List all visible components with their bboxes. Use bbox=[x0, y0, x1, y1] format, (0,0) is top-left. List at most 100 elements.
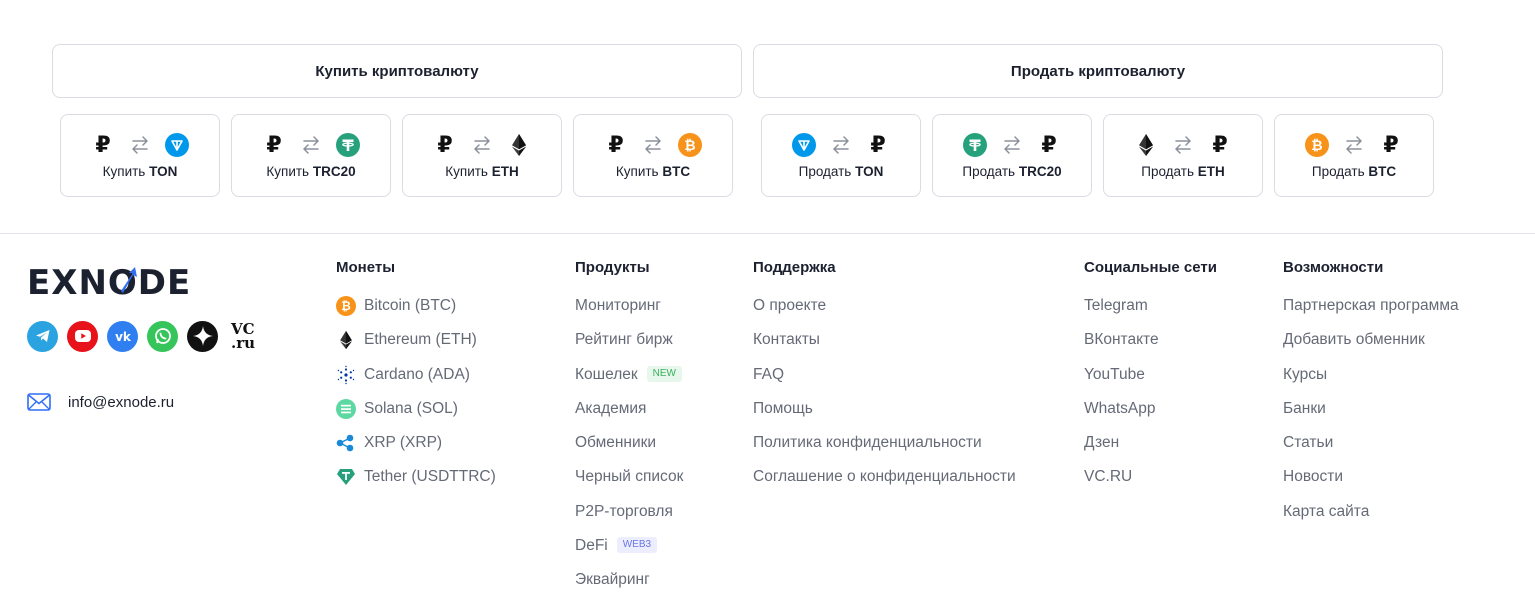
coin-link-ada[interactable]: Cardano (ADA) bbox=[336, 365, 496, 399]
pair-label: Купить TON bbox=[102, 164, 178, 179]
products-link[interactable]: Кошелек NEW bbox=[575, 365, 683, 399]
pair-label: Продать ETH bbox=[1141, 164, 1225, 179]
column-title: Возможности bbox=[1283, 259, 1384, 276]
features-link[interactable]: Статьи bbox=[1283, 433, 1459, 467]
swap-arrows-icon bbox=[471, 134, 493, 156]
products-link[interactable]: Обменники bbox=[575, 433, 683, 467]
sell-ton-card[interactable]: ₽ Продать TON bbox=[761, 114, 921, 197]
footer-column-coins: Монеты Bitcoin (BTC) Ethereum (ETH) Card… bbox=[336, 258, 496, 502]
products-link[interactable]: Мониторинг bbox=[575, 296, 683, 330]
sell-eth-card[interactable]: ₽ Продать ETH bbox=[1103, 114, 1263, 197]
products-link[interactable]: Черный список bbox=[575, 467, 683, 501]
pair-label: Продать TON bbox=[798, 164, 884, 179]
xrp-icon bbox=[336, 434, 354, 452]
bitcoin-icon bbox=[678, 133, 702, 157]
ruble-icon: ₽ bbox=[95, 132, 111, 157]
swap-arrows-icon bbox=[1343, 134, 1365, 156]
sell-btc-card[interactable]: ₽ Продать BTC bbox=[1274, 114, 1434, 197]
pair-label: Купить TRC20 bbox=[266, 164, 356, 179]
support-link[interactable]: FAQ bbox=[753, 365, 1016, 399]
telegram-icon[interactable] bbox=[27, 320, 58, 352]
coin-link-eth[interactable]: Ethereum (ETH) bbox=[336, 330, 496, 364]
vk-icon[interactable]: vk bbox=[107, 320, 138, 352]
youtube-icon[interactable] bbox=[67, 320, 98, 352]
features-link[interactable]: Банки bbox=[1283, 399, 1459, 433]
swap-arrows-icon bbox=[129, 134, 151, 156]
swap-arrows-icon bbox=[1001, 134, 1023, 156]
ruble-icon: ₽ bbox=[1212, 132, 1228, 157]
support-link[interactable]: Соглашение о конфиденциальности bbox=[753, 467, 1016, 501]
buy-btc-card[interactable]: ₽ Купить BTC bbox=[573, 114, 733, 197]
dzen-icon[interactable] bbox=[187, 320, 218, 352]
footer-column-support: Поддержка О проекте Контакты FAQ Помощь … bbox=[753, 258, 1016, 502]
ruble-icon: ₽ bbox=[1383, 132, 1399, 157]
buy-eth-card[interactable]: ₽ Купить ETH bbox=[402, 114, 562, 197]
web3-badge: WEB3 bbox=[616, 537, 658, 554]
social-link[interactable]: WhatsApp bbox=[1084, 399, 1217, 433]
coin-link-btc[interactable]: Bitcoin (BTC) bbox=[336, 296, 496, 330]
sell-trc20-card[interactable]: ₽ Продать TRC20 bbox=[932, 114, 1092, 197]
bitcoin-icon bbox=[336, 296, 356, 316]
vc-ru-icon[interactable]: VC .ru bbox=[227, 320, 259, 352]
products-link[interactable]: Рейтинг бирж bbox=[575, 330, 683, 364]
coin-link-sol[interactable]: Solana (SOL) bbox=[336, 398, 496, 433]
column-title: Монеты bbox=[336, 259, 396, 276]
pair-label: Продать BTC bbox=[1311, 164, 1397, 179]
swap-arrows-icon bbox=[300, 134, 322, 156]
svg-text:EXNODE: EXNODE bbox=[27, 263, 191, 299]
features-link[interactable]: Карта сайта bbox=[1283, 502, 1459, 536]
social-link[interactable]: YouTube bbox=[1084, 365, 1217, 399]
support-link[interactable]: Политика конфиденциальности bbox=[753, 433, 1016, 467]
coin-link-usdt[interactable]: Tether (USDTTRC) bbox=[336, 467, 496, 501]
social-link[interactable]: VC.RU bbox=[1084, 467, 1217, 501]
email-text[interactable]: info@exnode.ru bbox=[68, 394, 174, 411]
ton-icon bbox=[165, 133, 189, 157]
contact-email[interactable]: info@exnode.ru bbox=[27, 393, 174, 411]
ruble-icon: ₽ bbox=[266, 132, 282, 157]
tether-icon bbox=[336, 133, 360, 157]
buy-ton-card[interactable]: ₽ Купить TON bbox=[60, 114, 220, 197]
features-link[interactable]: Добавить обменник bbox=[1283, 330, 1459, 364]
support-link[interactable]: О проекте bbox=[753, 296, 1016, 330]
coin-link-xrp[interactable]: XRP (XRP) bbox=[336, 433, 496, 467]
new-badge: NEW bbox=[646, 365, 682, 382]
buy-crypto-button[interactable]: Купить криптовалюту bbox=[52, 44, 742, 98]
tether-icon bbox=[963, 133, 987, 157]
ruble-icon: ₽ bbox=[437, 132, 453, 157]
ruble-icon: ₽ bbox=[608, 132, 624, 157]
footer-divider bbox=[0, 233, 1535, 234]
pair-label: Продать TRC20 bbox=[962, 164, 1062, 179]
bitcoin-icon bbox=[1305, 133, 1329, 157]
support-link[interactable]: Контакты bbox=[753, 330, 1016, 364]
pair-label: Купить BTC bbox=[615, 164, 691, 179]
social-link[interactable]: Telegram bbox=[1084, 296, 1217, 330]
buy-trc20-card[interactable]: ₽ Купить TRC20 bbox=[231, 114, 391, 197]
exnode-logo[interactable]: EXNODE bbox=[27, 263, 207, 299]
social-link[interactable]: ВКонтакте bbox=[1084, 330, 1217, 364]
products-link[interactable]: Академия bbox=[575, 399, 683, 433]
swap-arrows-icon bbox=[830, 134, 852, 156]
column-title: Поддержка bbox=[753, 259, 836, 276]
features-link[interactable]: Партнерская программа bbox=[1283, 296, 1459, 330]
ruble-icon: ₽ bbox=[870, 132, 886, 157]
column-title: Продукты bbox=[575, 259, 650, 276]
ethereum-icon bbox=[336, 330, 356, 350]
features-link[interactable]: Курсы bbox=[1283, 365, 1459, 399]
support-link[interactable]: Помощь bbox=[753, 399, 1016, 433]
ethereum-icon bbox=[507, 133, 531, 157]
solana-icon bbox=[336, 398, 356, 419]
swap-arrows-icon bbox=[1172, 134, 1194, 156]
products-link[interactable]: P2P-торговля bbox=[575, 502, 683, 536]
column-title: Социальные сети bbox=[1084, 259, 1217, 276]
footer-column-features: Возможности Партнерская программа Добави… bbox=[1283, 258, 1459, 536]
social-link[interactable]: Дзен bbox=[1084, 433, 1217, 467]
whatsapp-icon[interactable] bbox=[147, 320, 178, 352]
ethereum-icon bbox=[1134, 133, 1158, 157]
products-link[interactable]: DeFi WEB3 bbox=[575, 536, 683, 570]
ruble-icon: ₽ bbox=[1041, 132, 1057, 157]
ton-icon bbox=[792, 133, 816, 157]
swap-arrows-icon bbox=[642, 134, 664, 156]
products-link[interactable]: Эквайринг bbox=[575, 570, 683, 604]
features-link[interactable]: Новости bbox=[1283, 467, 1459, 501]
sell-crypto-button[interactable]: Продать криптовалюту bbox=[753, 44, 1443, 98]
